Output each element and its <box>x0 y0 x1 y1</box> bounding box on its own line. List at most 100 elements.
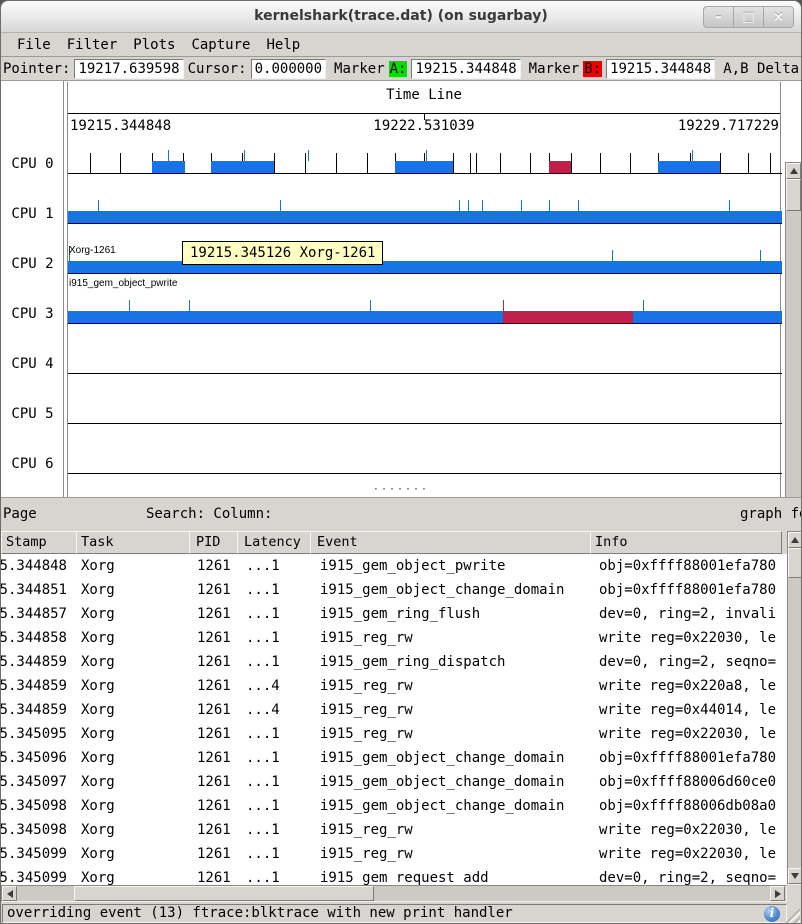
menu-item-filter[interactable]: Filter <box>59 35 126 55</box>
table-row[interactable]: 19215.345096Xorg1261...1i915_gem_object_… <box>1 746 787 770</box>
event-tick[interactable] <box>367 153 368 173</box>
event-tick[interactable] <box>280 200 281 211</box>
event-tick[interactable] <box>630 153 631 173</box>
event-tick[interactable] <box>571 153 572 173</box>
table-horizontal-scrollbar[interactable] <box>1 885 787 902</box>
table-row[interactable]: 19215.345099Xorg1261...1i915_reg_rwwrite… <box>1 842 787 866</box>
event-tick[interactable] <box>305 153 306 173</box>
column-header-event[interactable]: Event <box>310 531 591 554</box>
table-row[interactable]: 19215.344859Xorg1261...4i915_reg_rwwrite… <box>1 698 787 722</box>
event-tick[interactable] <box>482 200 483 211</box>
event-tick[interactable] <box>549 200 550 211</box>
event-tick[interactable] <box>90 153 91 173</box>
event-tick[interactable] <box>98 200 99 211</box>
table-hscroll-thumb[interactable] <box>74 886 374 901</box>
event-tick[interactable] <box>336 153 337 173</box>
menu-item-help[interactable]: Help <box>258 35 308 55</box>
event-tick[interactable] <box>578 200 579 211</box>
event-tick[interactable] <box>470 153 471 173</box>
event-tick[interactable] <box>168 150 169 161</box>
table-scroll-thumb[interactable] <box>788 548 802 578</box>
table-row[interactable]: 19215.344859Xorg1261...4i915_reg_rwwrite… <box>1 674 787 698</box>
graph-scroll-thumb[interactable] <box>786 179 801 211</box>
maximize-button[interactable]: □ <box>733 6 764 28</box>
event-tick[interactable] <box>720 153 721 173</box>
event-tick[interactable] <box>530 153 531 173</box>
cpu-row-label: CPU 4 <box>1 356 64 372</box>
menu-item-capture[interactable]: Capture <box>183 35 258 55</box>
timeline-plot-area[interactable]: Time Line 19215.344848 19222.531039 1922… <box>67 82 781 497</box>
table-row[interactable]: 19215.345097Xorg1261...1i915_gem_object_… <box>1 770 787 794</box>
event-tick[interactable] <box>476 153 477 173</box>
task-run-bar[interactable] <box>658 161 720 173</box>
table-row[interactable]: 19215.344851Xorg1261...1i915_gem_object_… <box>1 578 787 602</box>
event-tick[interactable] <box>274 153 275 173</box>
table-scroll-right-button[interactable] <box>770 886 785 901</box>
event-tick[interactable] <box>600 153 601 173</box>
event-tick[interactable] <box>729 200 730 211</box>
event-tick[interactable] <box>503 300 504 311</box>
event-tick[interactable] <box>468 200 469 211</box>
event-tick[interactable] <box>748 153 749 173</box>
info-icon[interactable]: i <box>764 906 780 922</box>
table-cell: Xorg <box>77 698 191 722</box>
table-cell: Xorg <box>77 866 191 885</box>
event-table[interactable]: 19215.344848Xorg1261...1i915_gem_object_… <box>1 554 787 885</box>
task-run-bar[interactable] <box>395 161 453 173</box>
splitter-handle[interactable]: ······· <box>373 484 429 495</box>
event-tick[interactable] <box>612 250 613 261</box>
column-header-task[interactable]: Task <box>76 531 190 554</box>
event-tick[interactable] <box>308 150 309 161</box>
title-bar[interactable]: kernelshark(trace.dat) (on sugarbay) – □… <box>1 1 801 33</box>
event-tick[interactable] <box>244 150 245 161</box>
minimize-button[interactable]: – <box>703 6 734 28</box>
table-row[interactable]: 19215.344857Xorg1261...1i915_gem_ring_fl… <box>1 602 787 626</box>
column-header-pid[interactable]: PID <box>189 531 238 554</box>
event-tick[interactable] <box>500 153 501 173</box>
close-button[interactable]: × <box>763 6 794 28</box>
task-run-bar[interactable] <box>211 161 274 173</box>
menu-item-file[interactable]: File <box>9 35 59 55</box>
event-tick[interactable] <box>426 150 427 161</box>
event-tick[interactable] <box>692 150 693 161</box>
table-row[interactable]: 19215.345099Xorg1261...1i915_gem_request… <box>1 866 787 885</box>
table-row[interactable]: 19215.345098Xorg1261...1i915_gem_object_… <box>1 794 787 818</box>
marker-b-badge[interactable]: B: <box>583 61 602 77</box>
event-tick[interactable] <box>459 200 460 211</box>
table-row[interactable]: 19215.345095Xorg1261...1i915_reg_rwwrite… <box>1 722 787 746</box>
event-tick[interactable] <box>643 300 644 311</box>
table-scroll-up-button[interactable] <box>788 532 802 548</box>
column-header-latency[interactable]: Latency <box>237 531 311 554</box>
table-cell: write reg=0x22030, le <box>595 722 787 746</box>
task-run-bar[interactable] <box>503 311 633 323</box>
table-cell: 1261 <box>191 674 240 698</box>
table-cell: i915_gem_object_change_domain <box>314 746 595 770</box>
event-tick[interactable] <box>760 250 761 261</box>
table-vertical-scrollbar[interactable] <box>787 531 802 885</box>
table-row[interactable]: 19215.345098Xorg1261...1i915_reg_rwwrite… <box>1 818 787 842</box>
column-header-stamp[interactable]: Stamp <box>1 531 77 554</box>
table-cell: 19215.345097 <box>1 770 77 794</box>
column-header-info[interactable]: Info <box>590 531 782 554</box>
event-tick[interactable] <box>370 300 371 311</box>
task-run-bar[interactable] <box>68 211 782 223</box>
graph-scroll-up-button[interactable] <box>786 163 801 179</box>
table-scroll-down-button[interactable] <box>788 868 802 884</box>
graph-vertical-scrollbar[interactable] <box>785 162 802 498</box>
table-row[interactable]: 19215.344848Xorg1261...1i915_gem_object_… <box>1 554 787 578</box>
task-run-bar[interactable] <box>68 311 782 323</box>
table-row[interactable]: 19215.344859Xorg1261...1i915_gem_ring_di… <box>1 650 787 674</box>
event-tick[interactable] <box>521 200 522 211</box>
task-run-bar[interactable] <box>549 161 571 173</box>
task-run-bar[interactable] <box>152 161 185 173</box>
event-tick[interactable] <box>120 153 121 173</box>
event-tick[interactable] <box>189 300 190 311</box>
timeline-graph-panel[interactable]: CPU 0CPU 1CPU 2CPU 3CPU 4CPU 5CPU 6 Time… <box>1 81 802 498</box>
event-tick[interactable] <box>453 153 454 173</box>
event-tick[interactable] <box>770 153 771 173</box>
table-scroll-left-button[interactable] <box>2 886 17 901</box>
marker-a-badge[interactable]: A: <box>389 61 408 77</box>
page-label: Page <box>3 506 37 522</box>
menu-item-plots[interactable]: Plots <box>125 35 183 55</box>
table-row[interactable]: 19215.344858Xorg1261...1i915_reg_rwwrite… <box>1 626 787 650</box>
